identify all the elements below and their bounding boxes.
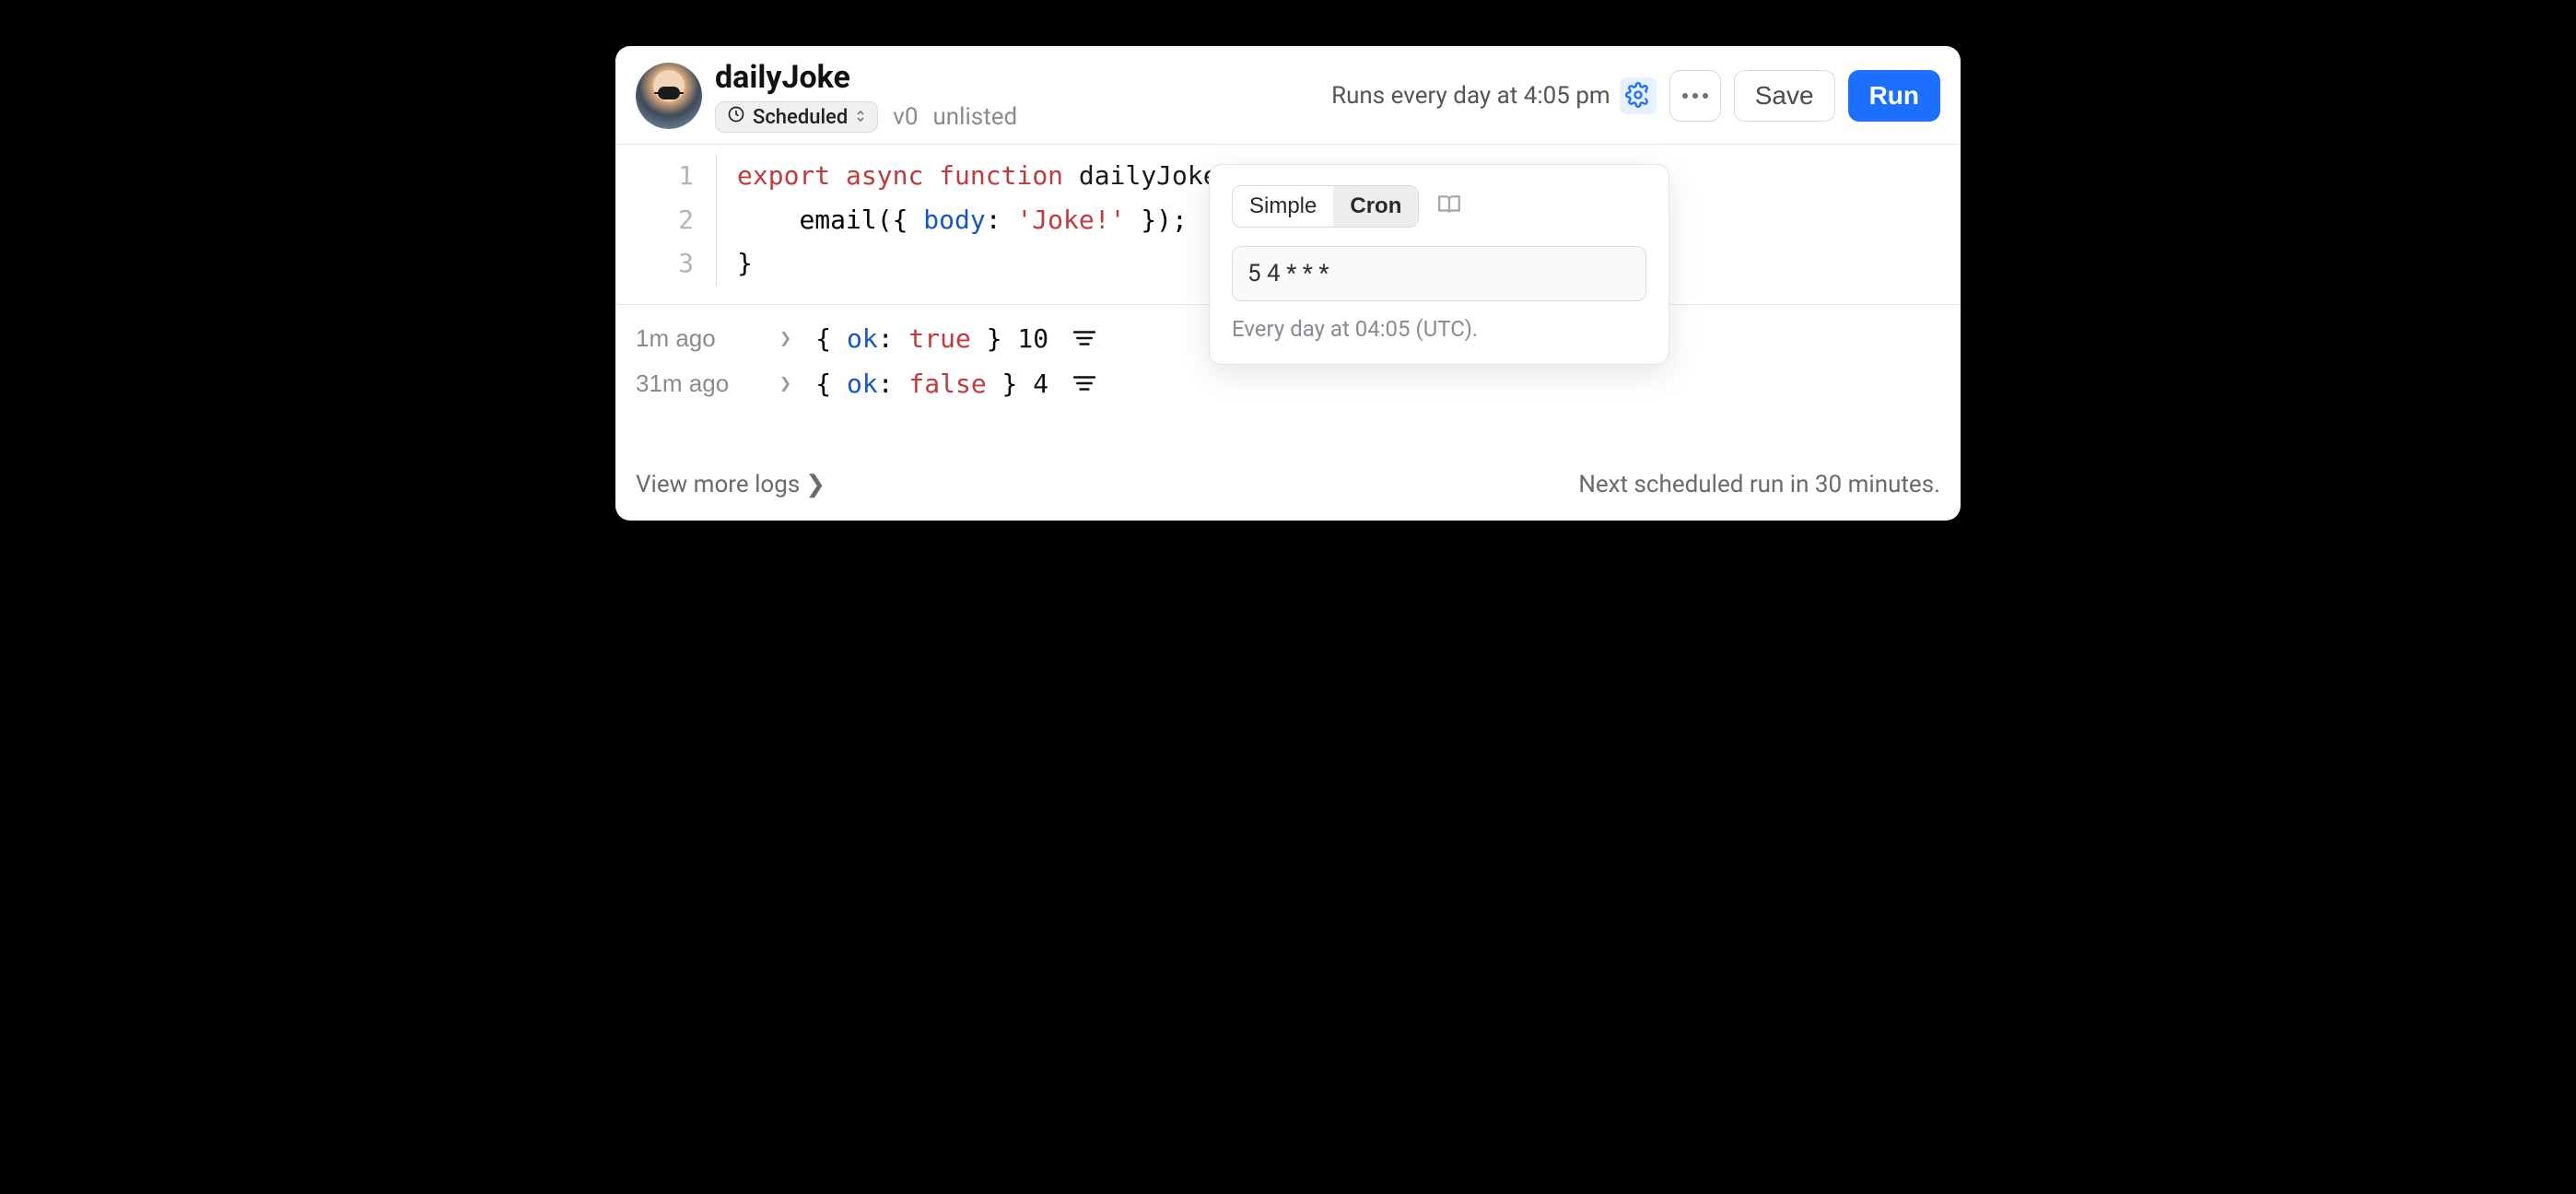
book-icon[interactable] xyxy=(1437,193,1461,220)
schedule-badge[interactable]: Scheduled xyxy=(715,101,878,133)
line-number: 2 xyxy=(615,198,717,242)
caret-updown-icon xyxy=(855,106,866,129)
log-time: 31m ago xyxy=(636,369,755,398)
schedule-popover: Simple Cron Every day at 04:05 (UTC). xyxy=(1209,164,1669,365)
filter-icon[interactable] xyxy=(1072,373,1096,393)
line-number: 3 xyxy=(615,241,717,286)
log-value: { ok: true } 10 xyxy=(815,323,1048,354)
chevron-right-icon: ❯ xyxy=(779,372,791,395)
schedule-text: Runs every day at 4:05 pm xyxy=(1331,82,1610,110)
visibility-label: unlisted xyxy=(932,103,1017,131)
header-actions: Save Run xyxy=(1669,70,1940,122)
ellipsis-icon xyxy=(1682,93,1708,99)
clock-icon xyxy=(727,105,745,129)
log-value: { ok: false } 4 xyxy=(815,369,1048,399)
schedule-settings-button[interactable] xyxy=(1620,77,1657,114)
title-block: dailyJoke Scheduled v0 unlisted xyxy=(715,59,1017,133)
tab-simple[interactable]: Simple xyxy=(1233,186,1333,227)
cron-description: Every day at 04:05 (UTC). xyxy=(1232,316,1646,342)
badge-label: Scheduled xyxy=(753,106,848,129)
gear-icon xyxy=(1625,82,1651,111)
more-button[interactable] xyxy=(1669,70,1721,122)
code-line: export async function dailyJoke() { xyxy=(737,154,1281,198)
version-label: v0 xyxy=(893,103,918,131)
run-button[interactable]: Run xyxy=(1848,70,1940,122)
view-more-logs-link[interactable]: View more logs ❯ xyxy=(636,471,825,498)
footer: View more logs ❯ Next scheduled run in 3… xyxy=(615,452,1961,521)
app-window: dailyJoke Scheduled v0 unlisted Runs eve… xyxy=(615,46,1961,521)
chevron-right-icon: ❯ xyxy=(805,471,825,498)
cron-input[interactable] xyxy=(1232,246,1646,301)
save-button[interactable]: Save xyxy=(1734,70,1835,122)
line-number: 1 xyxy=(615,154,717,198)
page-title: dailyJoke xyxy=(715,59,1017,96)
chevron-right-icon: ❯ xyxy=(779,327,791,350)
code-line: email({ body: 'Joke!' }); xyxy=(737,198,1188,242)
log-row[interactable]: 31m ago ❯ { ok: false } 4 xyxy=(615,361,1961,406)
schedule-summary: Runs every day at 4:05 pm xyxy=(1331,77,1657,114)
header: dailyJoke Scheduled v0 unlisted Runs eve… xyxy=(615,46,1961,145)
avatar[interactable] xyxy=(636,63,702,129)
next-run-text: Next scheduled run in 30 minutes. xyxy=(1578,471,1940,498)
filter-icon[interactable] xyxy=(1072,328,1096,348)
log-time: 1m ago xyxy=(636,324,755,353)
schedule-mode-segmented: Simple Cron xyxy=(1232,185,1419,228)
tab-cron[interactable]: Cron xyxy=(1333,186,1418,227)
code-line: } xyxy=(737,241,753,286)
meta-row: Scheduled v0 unlisted xyxy=(715,101,1017,133)
